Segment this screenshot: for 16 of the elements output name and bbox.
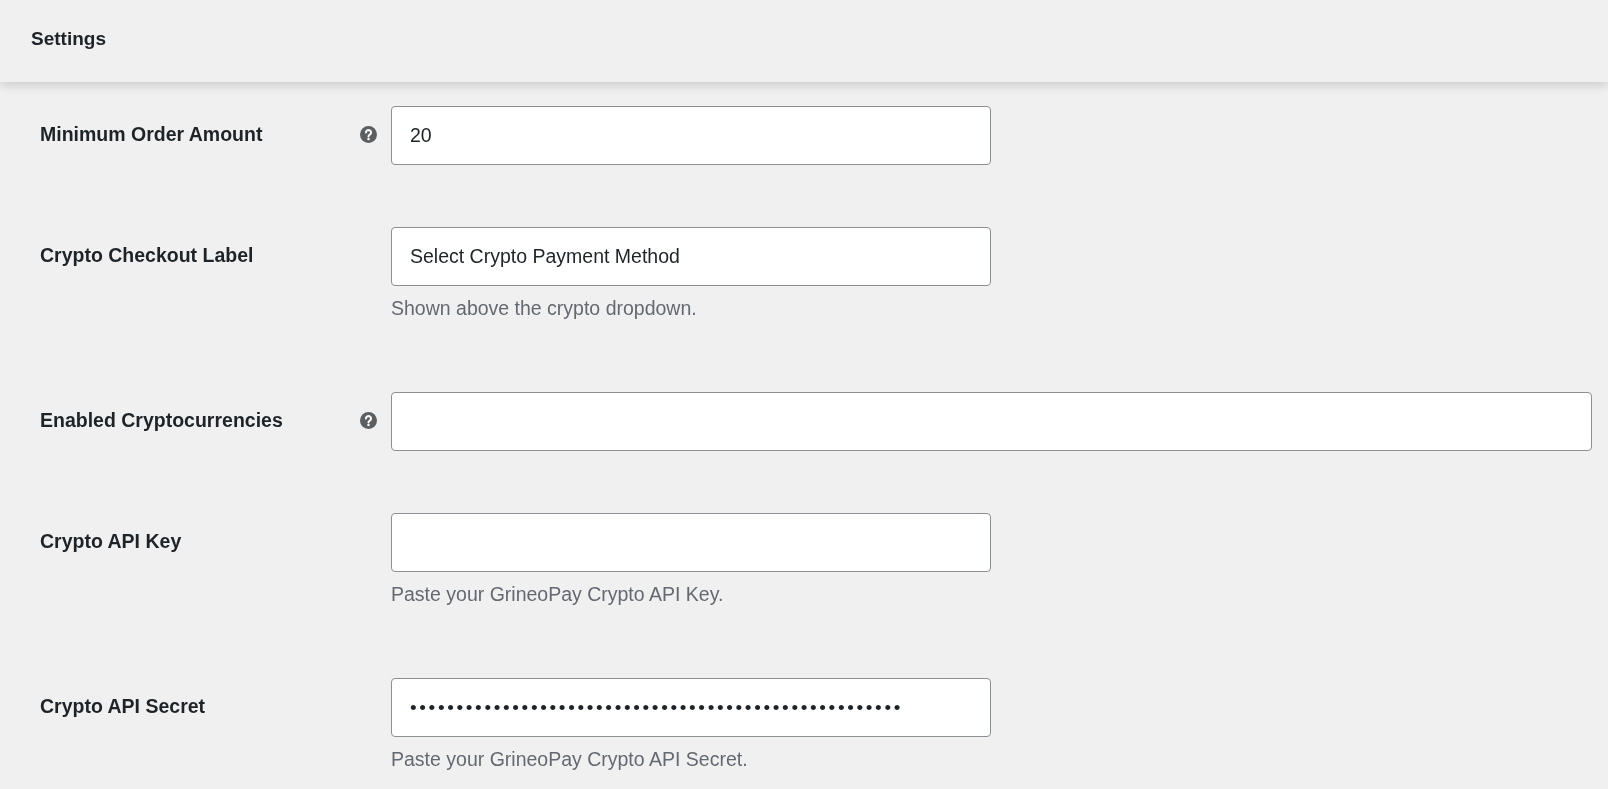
field-label: Crypto Checkout Label xyxy=(40,244,254,267)
field-label: Minimum Order Amount xyxy=(40,123,263,146)
field-description: Shown above the crypto dropdown. xyxy=(391,296,698,320)
field-description: Paste your GrineoPay Crypto API Secret. xyxy=(391,747,749,771)
text-input[interactable]: 20 xyxy=(391,106,991,165)
page-title: Settings xyxy=(31,28,106,50)
password-input[interactable]: ••••••••••••••••••••••••••••••••••••••••••••••••••••• xyxy=(391,678,991,737)
text-input[interactable] xyxy=(391,513,991,572)
multiselect-field[interactable] xyxy=(391,392,1592,451)
help-icon[interactable] xyxy=(360,125,377,143)
field-label: Crypto API Key xyxy=(40,530,182,553)
field-label: Crypto API Secret xyxy=(40,695,206,718)
field-description: Paste your GrineoPay Crypto API Key. xyxy=(391,582,725,606)
text-input[interactable]: Select Crypto Payment Method xyxy=(391,227,991,286)
field-label: Enabled Cryptocurrencies xyxy=(40,409,283,432)
help-icon[interactable] xyxy=(360,411,377,429)
